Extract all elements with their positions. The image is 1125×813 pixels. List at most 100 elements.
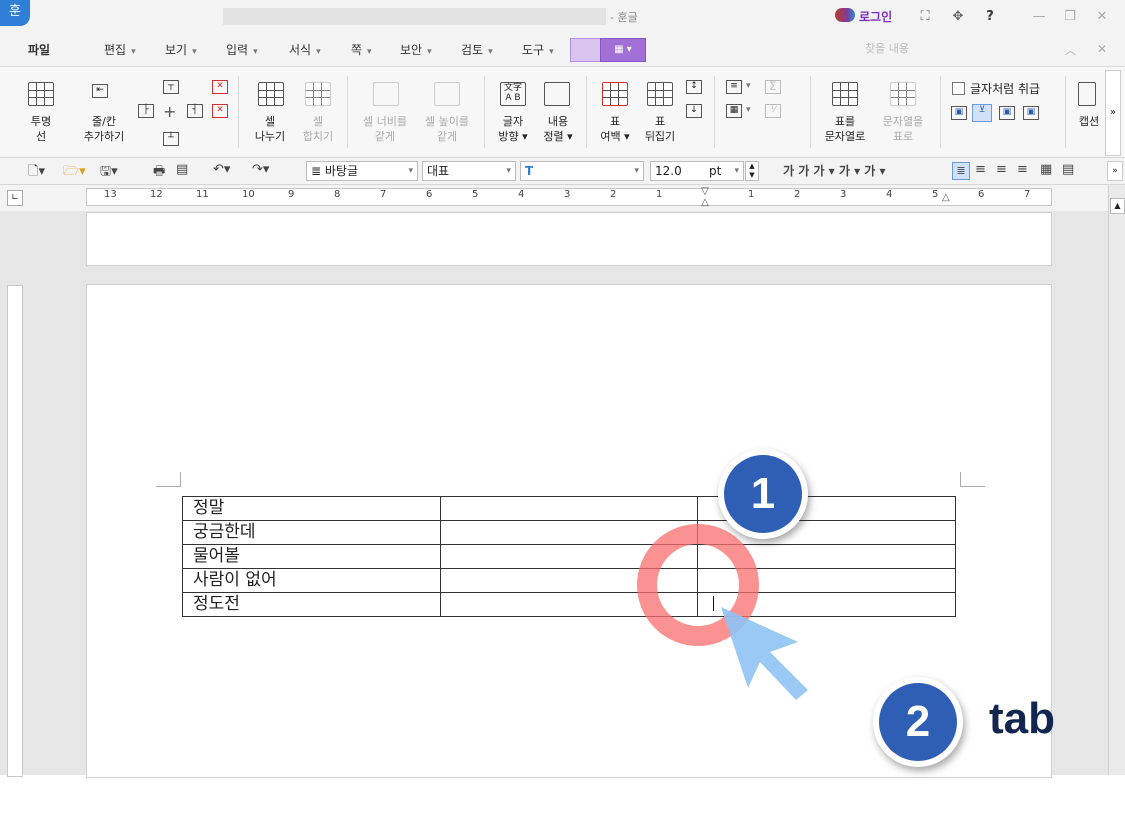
split-cell-icon[interactable] [258,82,284,106]
insert-row-icon[interactable]: ⇤ [92,84,108,98]
delete-row-icon[interactable]: ✕ [212,104,228,118]
open-folder-icon[interactable]: 🗁▾ [63,162,86,184]
wrap-front-icon[interactable]: ▣ [1023,106,1039,120]
table-cell[interactable]: 정말 [182,496,441,521]
document-table[interactable]: 정말 궁금한데 물어볼 사람이 없어 정도전 [182,496,956,617]
transparent-line-icon[interactable] [28,82,54,106]
minimize-icon[interactable]: — [1028,8,1050,26]
redo-icon[interactable]: ↷▾ [252,162,269,177]
font-select[interactable]: T ▾ [520,161,644,181]
chevron-down-icon: ▾ [408,166,413,176]
equal-width-icon[interactable] [373,82,399,106]
insert-right-icon[interactable]: ┤ [187,104,203,118]
table-cell[interactable]: 정도전 [182,592,441,617]
calc-icon[interactable]: ∑ [765,80,781,94]
char-style-buttons[interactable]: 가 가 가 ▾ 가 ▾ 가 ▾ [783,162,886,179]
new-document-icon[interactable]: 🗋▾ [28,162,45,184]
text-to-table-icon[interactable] [890,82,916,106]
align-justify-icon[interactable]: ≣ [952,162,970,180]
right-indent-icon[interactable]: △ [942,192,950,203]
table-layout-tab[interactable]: ▦ ▾ [600,38,646,62]
menu-security[interactable]: 보안 ▾ [400,41,432,58]
insert-above-icon[interactable]: ┬ [163,80,179,94]
ruler-number: 3 [840,189,847,200]
table-cell[interactable] [440,496,698,521]
wrap-behind-icon[interactable]: ▣ [999,106,1015,120]
treat-as-char-checkbox[interactable] [952,82,965,95]
table-cell[interactable]: 사람이 없어 [182,568,441,593]
ribbon-separator [484,76,485,148]
menu-tools[interactable]: 도구 ▾ [522,41,554,58]
close-icon[interactable]: ✕ [1091,8,1113,26]
menu-input[interactable]: 입력 ▾ [226,41,258,58]
menu-format[interactable]: 서식 ▾ [289,41,321,58]
font-size-stepper[interactable]: ▲ ▼ [745,161,759,181]
ruler-number: 7 [380,189,387,200]
restore-icon[interactable]: ❐ [1059,8,1081,26]
insert-left-icon[interactable]: ├ [138,104,154,118]
chevron-up-icon[interactable]: ︿ [1065,42,1076,58]
table-to-text-icon[interactable] [832,82,858,106]
sort-down-icon[interactable]: ↓ [686,104,702,118]
menu-edit[interactable]: 편집 ▾ [104,41,136,58]
login-button[interactable]: 로그인 [859,8,892,25]
font-size-unit: pt [709,164,722,178]
sort-icon[interactable]: ↕ [686,80,702,94]
table-design-tab[interactable] [570,38,602,62]
font-size-input[interactable]: 12.0 pt ▾ [650,161,744,181]
align-center-icon[interactable]: ≡ [996,162,1007,177]
menu-view[interactable]: 보기 ▾ [165,41,197,58]
menu-page[interactable]: 쪽 ▾ [351,41,372,58]
table-cell[interactable]: 궁금한데 [182,520,441,545]
plus-icon[interactable]: + [163,102,176,121]
content-align-icon[interactable] [544,82,570,106]
number-icon[interactable]: ⅟ [765,104,781,118]
wrap-top-bottom-icon[interactable]: ⊻ [972,104,992,122]
wrap-square-icon[interactable]: ▣ [951,106,967,120]
tab-type-icon[interactable]: ∟ [7,190,23,206]
chevron-down-icon[interactable]: ▾ [746,81,751,91]
caption-icon[interactable] [1078,82,1096,106]
move-icon[interactable]: ✥ [947,8,969,26]
table-cell[interactable]: 물어볼 [182,544,441,569]
menu-review[interactable]: 검토 ▾ [461,41,493,58]
format-expand-icon[interactable]: » [1107,161,1123,181]
text-direction-icon[interactable]: 文字 A B [500,82,526,106]
ribbon-expand-icon[interactable]: » [1105,70,1121,156]
indent-marker-icon[interactable]: ▽ △ [700,186,710,208]
menu-file[interactable]: 파일 [28,41,50,58]
chevron-down-icon[interactable]: ▾ [746,105,751,115]
align-divide-icon[interactable]: ▤ [1062,162,1074,177]
table-margin-icon[interactable] [602,82,628,106]
print-preview-icon[interactable]: ▤ [176,162,188,177]
save-icon[interactable]: 🖫▾ [100,162,118,184]
formula-icon[interactable]: ≡ [726,80,742,94]
close-ribbon-icon[interactable]: ✕ [1097,42,1107,56]
ruler-number: 2 [794,189,801,200]
text-to-table-label: 문자열을 표로 [882,115,924,143]
insert-below-icon[interactable]: ┴ [163,132,179,146]
chevron-down-icon: ▾ [131,47,136,57]
vertical-scrollbar[interactable] [1108,185,1125,775]
fullscreen-icon[interactable]: ⛶ [914,8,936,26]
menu-label: 검토 [461,43,484,57]
vertical-ruler[interactable] [7,285,23,777]
menu-label: 쪽 [351,43,363,57]
cell-attr-icon[interactable]: ▦ [726,104,742,118]
merge-cell-icon[interactable] [305,82,331,106]
align-distribute-icon[interactable]: ▦ [1040,162,1052,177]
style-select[interactable]: ≣ 바탕글 ▾ [306,161,418,181]
user-avatar-icon[interactable] [835,8,855,22]
font-class-select[interactable]: 대표 ▾ [422,161,516,181]
align-left-icon[interactable]: ≡ [975,162,986,177]
undo-icon[interactable]: ↶▾ [213,162,230,177]
flip-table-icon[interactable] [647,82,673,106]
help-icon[interactable]: ? [979,8,1001,26]
search-input[interactable]: 찾을 내용 [865,40,1050,58]
delete-col-icon[interactable]: ✕ [212,80,228,94]
equal-height-icon[interactable] [434,82,460,106]
scroll-up-icon[interactable]: ▲ [1110,198,1125,214]
print-icon[interactable]: 🖶 [153,162,165,184]
align-right-icon[interactable]: ≡ [1017,162,1028,177]
ribbon-separator [810,76,811,148]
